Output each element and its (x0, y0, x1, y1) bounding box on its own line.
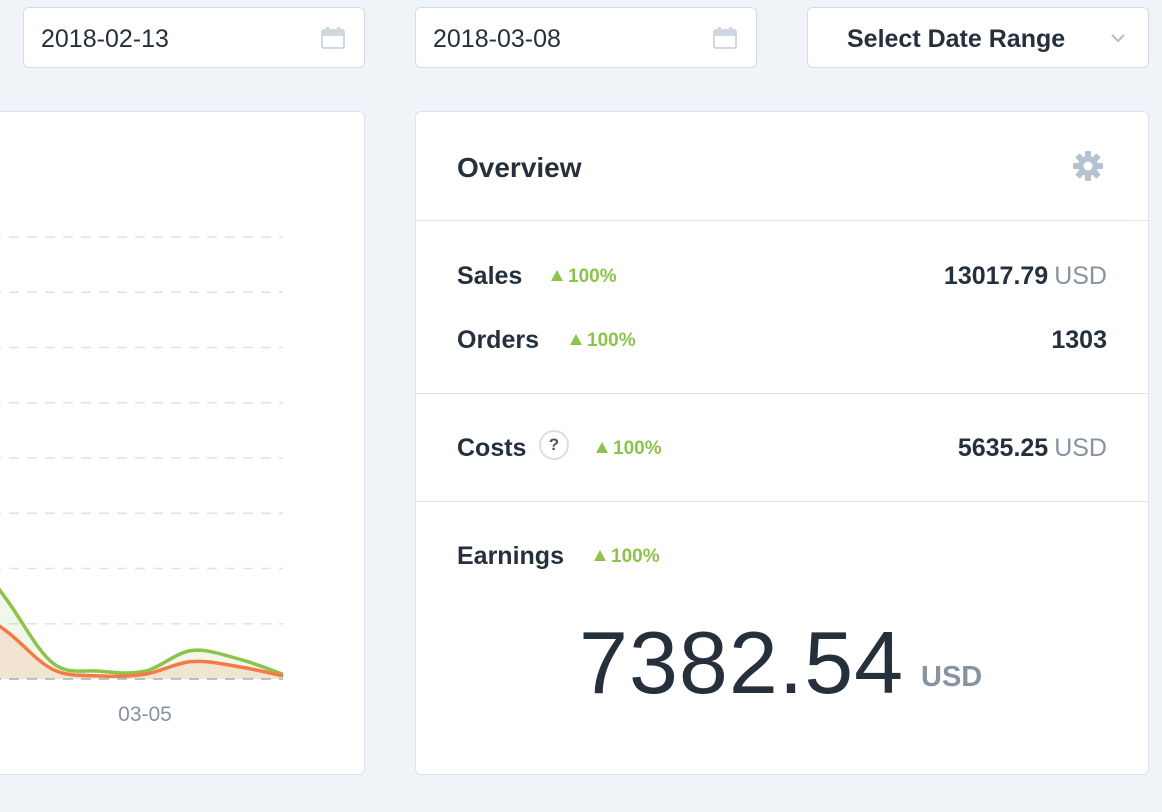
divider (416, 501, 1148, 502)
date-range-label: Select Date Range (847, 25, 1066, 53)
start-date-value: 2018-02-13 (41, 25, 169, 53)
costs-label: Costs (457, 434, 527, 462)
trend-up-icon (551, 270, 563, 281)
gear-icon[interactable] (1072, 150, 1104, 182)
sales-amount: 13017.79 (943, 262, 1049, 290)
orders-label: Orders (457, 326, 539, 354)
trend-up-icon (594, 550, 606, 561)
costs-currency: USD (1054, 434, 1107, 462)
end-date-input[interactable]: 2018-03-08 (415, 7, 757, 68)
overview-card: Overview Sales 100% 13017.79 USD Orders 1… (415, 111, 1149, 775)
earnings-currency: USD (921, 661, 983, 693)
calendar-icon[interactable] (321, 27, 345, 49)
start-date-input[interactable]: 2018-02-13 (23, 7, 365, 68)
costs-value: 5635.25 USD (958, 434, 1107, 463)
sales-chart-card: 03-05 (0, 111, 365, 775)
divider (416, 220, 1148, 221)
date-range-select[interactable]: Select Date Range (807, 7, 1149, 68)
end-date-value: 2018-03-08 (433, 25, 561, 53)
earnings-trend-value: 100% (611, 546, 660, 567)
sales-trend-value: 100% (568, 266, 617, 287)
sales-currency: USD (1054, 262, 1107, 290)
series-line-0 (0, 587, 284, 676)
orders-trend-value: 100% (587, 330, 636, 351)
chevron-down-icon (1111, 34, 1125, 43)
costs-help-icon[interactable]: ? (539, 430, 569, 460)
sales-label: Sales (457, 262, 523, 290)
trend-up-icon (596, 442, 608, 453)
divider (416, 393, 1148, 394)
earnings-value: 7382.54 (579, 613, 905, 712)
costs-trend-value: 100% (613, 438, 662, 459)
orders-value: 1303 (1051, 326, 1107, 354)
costs-amount: 5635.25 (957, 434, 1049, 462)
sales-trend: 100% (551, 266, 617, 288)
costs-trend: 100% (596, 438, 662, 460)
orders-trend: 100% (570, 330, 636, 352)
overview-title: Overview (457, 152, 582, 183)
earnings-trend: 100% (594, 546, 660, 568)
sales-value: 13017.79 USD (944, 262, 1107, 291)
earnings-label: Earnings (457, 542, 564, 570)
calendar-icon[interactable] (713, 27, 737, 49)
x-tick-label: 03-05 (118, 703, 172, 726)
sales-chart: 03-05 (0, 236, 284, 726)
trend-up-icon (570, 334, 582, 345)
